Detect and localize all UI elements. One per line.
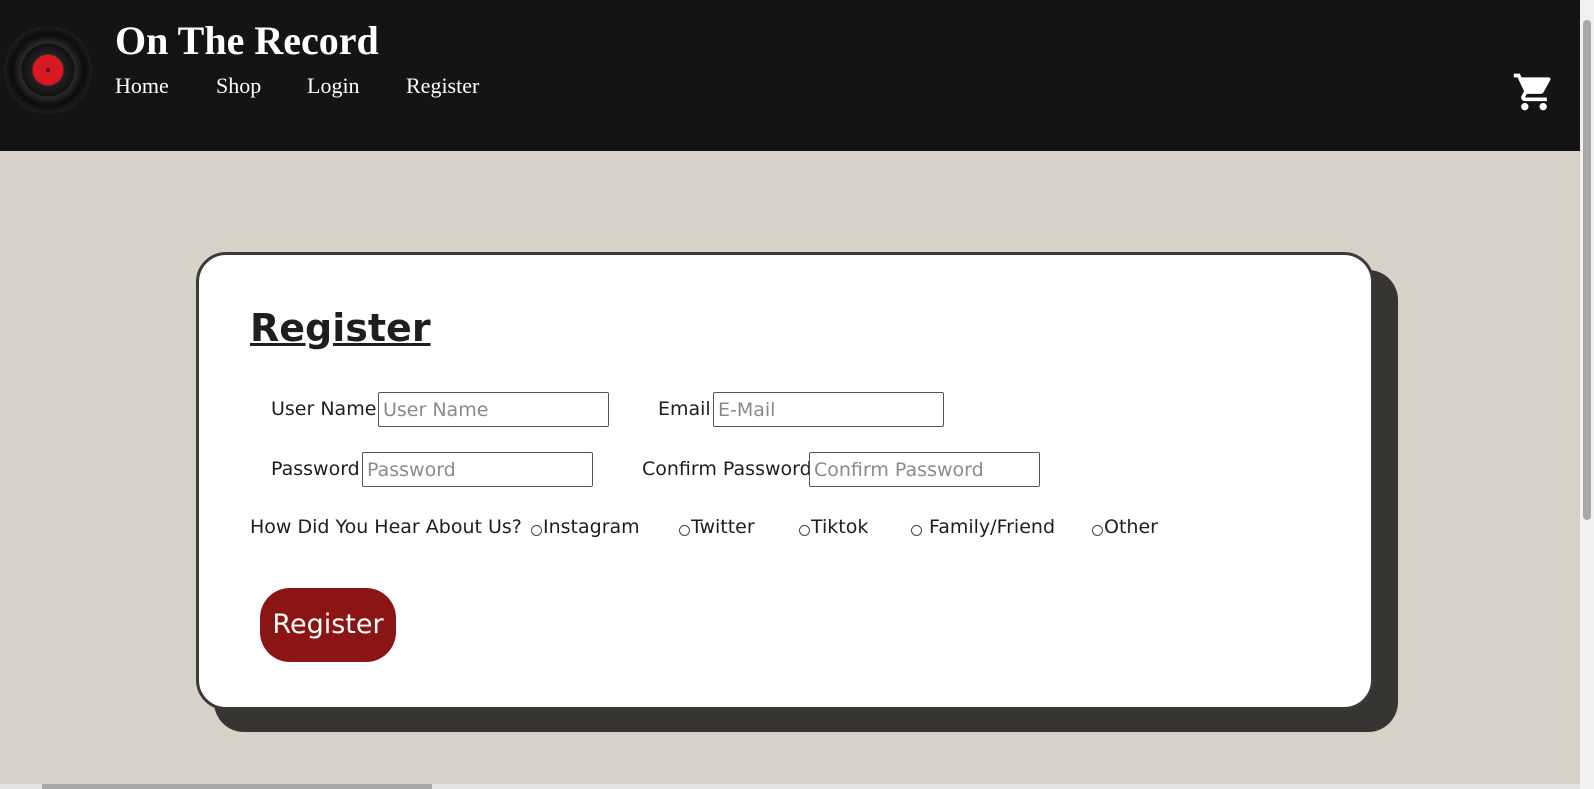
password-label: Password: [271, 458, 367, 480]
confirm-password-label: Confirm Password: [642, 458, 819, 480]
instagram-option-label[interactable]: Instagram [543, 515, 640, 539]
site-title[interactable]: On The Record [115, 18, 379, 64]
tiktok-option-label[interactable]: Tiktok [811, 515, 868, 539]
email-label: Email: [658, 398, 718, 420]
password-input[interactable] [362, 452, 593, 487]
register-heading: Register [250, 306, 431, 350]
site-header: On The Record Home Shop Login Register [0, 0, 1580, 151]
email-input[interactable] [713, 392, 944, 427]
vinyl-record-icon[interactable] [4, 26, 92, 114]
nav-register-link[interactable]: Register [406, 73, 479, 99]
tiktok-radio[interactable] [799, 525, 810, 536]
confirm-password-input[interactable] [809, 452, 1040, 487]
vertical-scrollbar[interactable] [1580, 0, 1594, 789]
hear-about-label: How Did You Hear About Us? [250, 516, 522, 538]
nav-home-link[interactable]: Home [115, 73, 169, 99]
other-option-label[interactable]: Other [1104, 515, 1158, 539]
username-input[interactable] [378, 392, 609, 427]
register-card: Register User Name: Email: Password: Con… [196, 252, 1374, 710]
twitter-radio[interactable] [679, 525, 690, 536]
instagram-radio[interactable] [531, 525, 542, 536]
other-radio[interactable] [1092, 525, 1103, 536]
horizontal-scrollbar-thumb[interactable] [42, 784, 432, 789]
twitter-option-label[interactable]: Twitter [691, 515, 755, 539]
scrollbar-thumb[interactable] [1583, 20, 1591, 520]
shopping-cart-icon[interactable] [1512, 70, 1556, 114]
nav-shop-link[interactable]: Shop [216, 73, 261, 99]
family-friend-option-label[interactable]: Family/Friend [923, 515, 1055, 539]
family-friend-radio[interactable] [911, 525, 922, 536]
register-submit-button[interactable]: Register [260, 588, 396, 662]
nav-login-link[interactable]: Login [307, 73, 360, 99]
horizontal-scrollbar[interactable] [0, 784, 1580, 789]
username-label: User Name: [271, 398, 383, 420]
